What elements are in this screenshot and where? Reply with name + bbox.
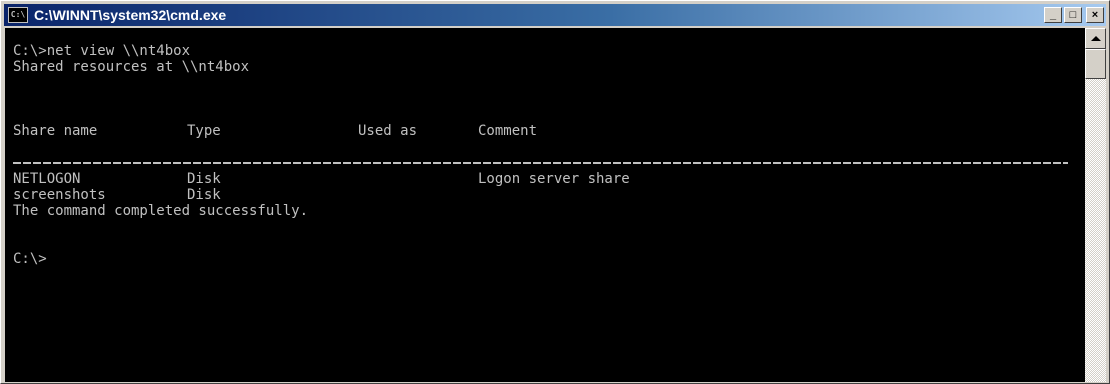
column-header-row: Share name Type Used as Comment <box>13 123 1085 139</box>
title-buttons: _ □ × <box>1044 7 1104 23</box>
divider-line <box>13 162 1068 164</box>
window-title: C:\WINNT\system32\cmd.exe <box>34 7 227 23</box>
type-cell: Disk <box>187 171 221 187</box>
scroll-up-button[interactable] <box>1085 28 1106 49</box>
column-header-comment: Comment <box>478 123 538 139</box>
column-header-share-name: Share name <box>13 123 98 139</box>
share-name-cell: screenshots <box>13 187 106 203</box>
console-output[interactable]: C:\>net view \\nt4box Shared resources a… <box>5 28 1085 382</box>
close-button[interactable]: × <box>1086 7 1104 23</box>
minimize-button[interactable]: _ <box>1044 7 1062 23</box>
scroll-thumb[interactable] <box>1085 49 1106 79</box>
table-row: screenshots Disk <box>13 187 1085 203</box>
cmd-console-icon[interactable]: C:\ <box>8 7 28 23</box>
command-prompt[interactable]: C:\> <box>13 251 1085 267</box>
comment-cell: Logon server share <box>478 171 630 187</box>
completion-message: The command completed successfully. <box>13 203 309 219</box>
column-header-used-as: Used as <box>358 123 418 139</box>
console-window: C:\ C:\WINNT\system32\cmd.exe _ □ × C:\>… <box>0 0 1110 384</box>
share-name-cell: NETLOGON <box>13 171 81 187</box>
table-divider <box>13 155 1085 171</box>
command-line: C:\>net view \\nt4box <box>13 43 191 59</box>
vertical-scrollbar[interactable] <box>1085 28 1106 382</box>
title-bar[interactable]: C:\ C:\WINNT\system32\cmd.exe _ □ × <box>4 4 1106 26</box>
shared-resources-header: Shared resources at \\nt4box <box>13 59 250 75</box>
column-header-type: Type <box>187 123 221 139</box>
type-cell: Disk <box>187 187 221 203</box>
table-row: NETLOGON Disk Logon server share <box>13 171 1085 187</box>
maximize-button[interactable]: □ <box>1064 7 1082 23</box>
